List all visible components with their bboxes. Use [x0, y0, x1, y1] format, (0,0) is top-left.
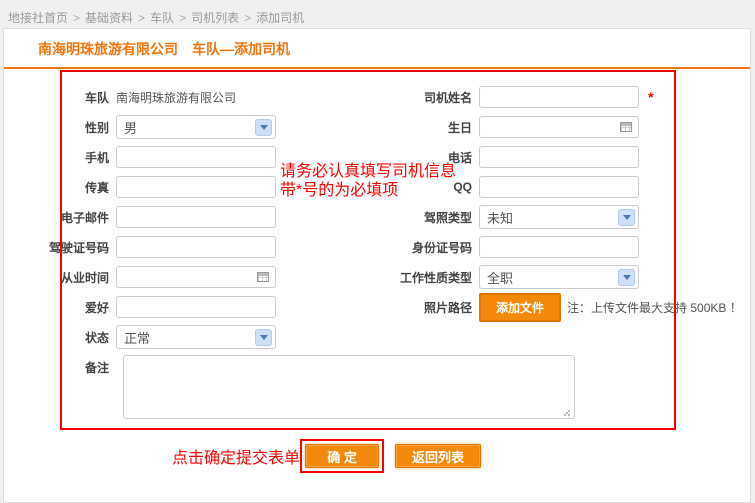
driver-name-input[interactable]: [479, 86, 639, 108]
remark-label: 备注: [64, 359, 109, 376]
fleet-value: 南海明珠旅游有限公司: [116, 89, 236, 106]
hobby-input[interactable]: [116, 296, 276, 318]
form-row-fleet-name: 车队 南海明珠旅游有限公司 司机姓名 *: [64, 82, 674, 112]
breadcrumb-home[interactable]: 地接社首页: [8, 11, 68, 25]
form-row-worktime-jobtype: 从业时间 工作性质类型 全职: [64, 262, 674, 292]
breadcrumb-separator: >: [179, 11, 186, 25]
calendar-icon[interactable]: [257, 272, 269, 282]
birthday-label: 生日: [372, 119, 472, 136]
form-annotation: 请务必认真填写司机信息 带*号的为必填项: [280, 162, 456, 200]
photo-path-label: 照片路径: [372, 299, 472, 316]
license-type-selected-value: 未知: [487, 208, 513, 227]
form-row-email-license-type: 电子邮件 驾照类型 未知: [64, 202, 674, 232]
chevron-down-icon[interactable]: [618, 269, 635, 286]
gender-selected-value: 男: [124, 118, 137, 137]
breadcrumb: 地接社首页 > 基础资料 > 车队 > 司机列表 > 添加司机: [0, 0, 755, 26]
page-title: 南海明珠旅游有限公司 车队—添加司机: [4, 29, 750, 69]
license-number-input[interactable]: [116, 236, 276, 258]
breadcrumb-add-driver: 添加司机: [256, 11, 304, 25]
gender-label: 性别: [64, 119, 109, 136]
driver-form: 车队 南海明珠旅游有限公司 司机姓名 * 性别 男: [60, 70, 676, 430]
form-actions: 点击确定提交表单 确 定 返回列表: [172, 439, 481, 473]
gender-select[interactable]: 男: [116, 115, 276, 139]
license-number-label: 驾驶证号码: [64, 239, 109, 256]
license-type-select[interactable]: 未知: [479, 205, 639, 229]
id-number-input[interactable]: [479, 236, 639, 258]
fax-input[interactable]: [116, 176, 276, 198]
chevron-down-icon[interactable]: [255, 119, 272, 136]
breadcrumb-driver-list[interactable]: 司机列表: [191, 11, 239, 25]
back-to-list-button[interactable]: 返回列表: [395, 444, 481, 468]
mobile-label: 手机: [64, 149, 109, 166]
form-row-remark: 备注: [64, 355, 674, 424]
qq-input[interactable]: [479, 176, 639, 198]
id-number-label: 身份证号码: [372, 239, 472, 256]
breadcrumb-basic-data[interactable]: 基础资料: [85, 11, 133, 25]
license-type-label: 驾照类型: [372, 209, 472, 226]
email-input[interactable]: [116, 206, 276, 228]
phone-input[interactable]: [479, 146, 639, 168]
breadcrumb-separator: >: [244, 11, 251, 25]
breadcrumb-separator: >: [73, 11, 80, 25]
breadcrumb-separator: >: [138, 11, 145, 25]
submit-annotation: 点击确定提交表单: [172, 444, 300, 468]
form-row-gender-birthday: 性别 男 生日: [64, 112, 674, 142]
mobile-input[interactable]: [116, 146, 276, 168]
driver-name-label: 司机姓名: [372, 89, 472, 106]
confirm-highlight-box: 确 定: [300, 439, 384, 473]
birthday-input[interactable]: [479, 116, 639, 138]
form-row-license-id: 驾驶证号码 身份证号码: [64, 232, 674, 262]
form-annotation-line1: 请务必认真填写司机信息: [280, 162, 456, 181]
work-since-label: 从业时间: [64, 269, 109, 286]
fax-label: 传真: [64, 179, 109, 196]
status-selected-value: 正常: [124, 328, 150, 347]
hobby-label: 爱好: [64, 299, 109, 316]
form-annotation-line2: 带*号的为必填项: [280, 181, 456, 200]
email-label: 电子邮件: [64, 209, 109, 226]
calendar-icon[interactable]: [620, 122, 632, 132]
chevron-down-icon[interactable]: [618, 209, 635, 226]
add-file-button[interactable]: 添加文件: [479, 293, 561, 322]
job-type-selected-value: 全职: [487, 268, 513, 287]
confirm-button[interactable]: 确 定: [305, 444, 379, 468]
work-since-input[interactable]: [116, 266, 276, 288]
content-panel: 南海明珠旅游有限公司 车队—添加司机 车队 南海明珠旅游有限公司 司机姓名 * …: [3, 28, 751, 503]
remark-textarea[interactable]: [123, 355, 575, 419]
status-label: 状态: [64, 329, 109, 346]
resize-grip-icon[interactable]: [568, 414, 570, 416]
job-type-select[interactable]: 全职: [479, 265, 639, 289]
status-select[interactable]: 正常: [116, 325, 276, 349]
form-row-status: 状态 正常: [64, 322, 674, 352]
breadcrumb-fleet[interactable]: 车队: [150, 11, 174, 25]
chevron-down-icon[interactable]: [255, 329, 272, 346]
job-type-label: 工作性质类型: [372, 269, 472, 286]
fleet-label: 车队: [64, 89, 109, 106]
upload-size-note: 注：上传文件最大支持 500KB ！: [567, 299, 742, 316]
form-row-hobby-photo: 爱好 照片路径 添加文件 注：上传文件最大支持 500KB ！: [64, 292, 674, 322]
required-asterisk: *: [648, 89, 653, 105]
